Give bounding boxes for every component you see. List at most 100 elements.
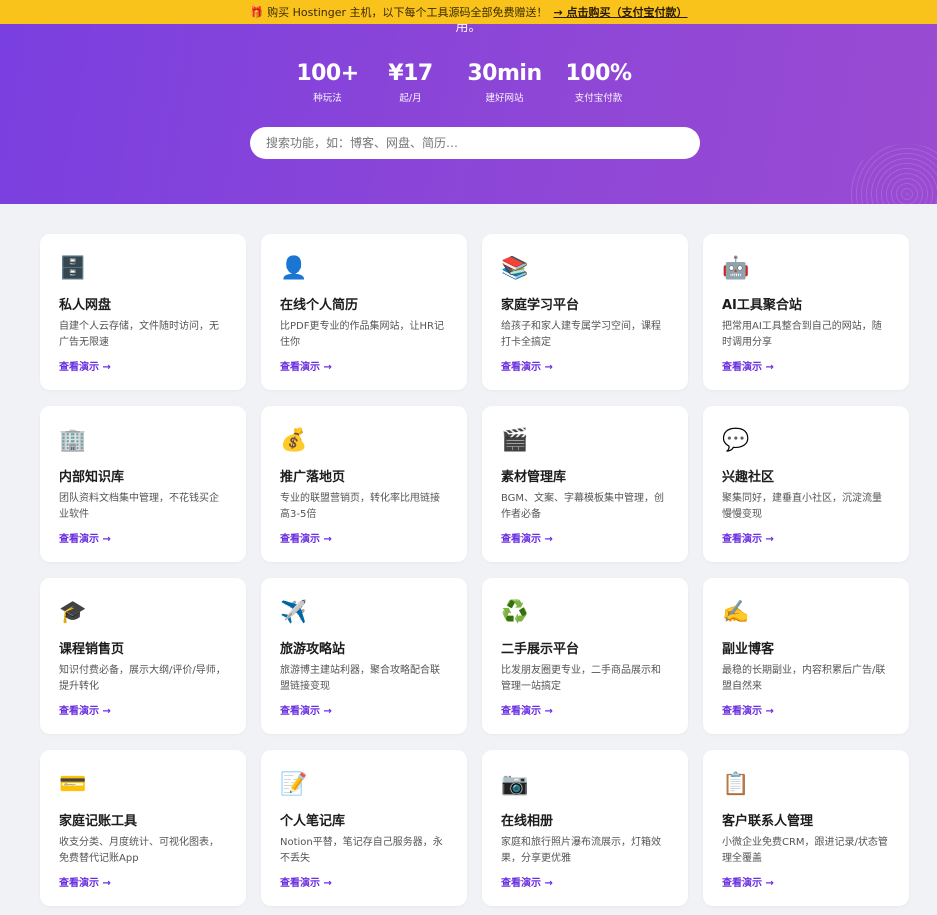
- card-description: 旅游博主建站利器，聚合攻略配合联盟链接变现: [280, 665, 440, 692]
- view-demo-link[interactable]: 查看演示 →: [280, 530, 332, 545]
- stat-value: 100+: [296, 61, 359, 86]
- card-title: 旅游攻略站: [280, 642, 346, 657]
- card-description: 把常用AI工具整合到自己的网站，随时调用分享: [722, 321, 882, 348]
- stat-item: 100% 支付宝付款: [552, 60, 646, 104]
- tool-card[interactable]: 🤖 AI工具聚合站 把常用AI工具整合到自己的网站，随时调用分享 查看演示 →: [703, 234, 909, 390]
- card-description: 小微企业免费CRM，跟进记录/状态管理全覆盖: [722, 837, 888, 864]
- card-title: 客户联系人管理: [722, 814, 814, 829]
- card-description: 给孩子和家人建专属学习空间，课程打卡全搞定: [501, 321, 661, 348]
- card-title: 家庭学习平台: [501, 298, 580, 313]
- recycle-icon: ♻️: [501, 600, 529, 625]
- tool-card[interactable]: 🏢 内部知识库团队资料文档集中管理，不花钱买企业软件查看演示 →: [40, 406, 246, 562]
- tool-card[interactable]: 🎬 素材管理库 BGM、文案、字幕模板集中管理，创作者必备 查看演示 →: [482, 406, 688, 562]
- tool-card[interactable]: ♻️ 二手展示平台比发朋友圈更专业，二手商品展示和管理一站搞定查看演示 →: [482, 578, 688, 734]
- money-bag-icon: 💰: [280, 428, 308, 453]
- view-demo-link[interactable]: 查看演示 →: [59, 530, 111, 545]
- robot-icon: 🤖: [722, 256, 750, 281]
- view-demo-link[interactable]: 查看演示 →: [722, 530, 774, 545]
- decorative-pattern: [847, 144, 937, 204]
- card-title: 家庭记账工具: [59, 814, 138, 829]
- card-description: 家庭和旅行照片瀑布流展示，灯箱效果，分享更优雅: [501, 837, 661, 864]
- tool-card[interactable]: ✍️ 副业博客最稳的长期副业，内容积累后广告/联盟自然来查看演示 →: [703, 578, 909, 734]
- card-description: 比发朋友圈更专业，二手商品展示和管理一站搞定: [501, 665, 661, 692]
- tool-card[interactable]: 💳 家庭记账工具收支分类、月度统计、可视化图表，免费替代记账App 查看演示 →: [40, 750, 246, 906]
- view-demo-link[interactable]: 查看演示 →: [501, 702, 553, 717]
- card-title: 个人笔记库: [280, 814, 346, 829]
- tool-card-grid: 🗄️ 私人网盘自建个人云存储，文件随时访问，无广告无限速查看演示 → 👤 在线个人简历…: [40, 234, 910, 906]
- view-demo-link[interactable]: 查看演示 →: [59, 702, 111, 717]
- office-building-icon: 🏢: [59, 428, 87, 453]
- card-description: 聚集同好，建垂直小社区，沉淀流量慢慢变现: [722, 493, 882, 520]
- tool-card[interactable]: 📝 个人笔记库 Notion平替，笔记存自己服务器，永不丢失查看演示 →: [261, 750, 467, 906]
- card-title: 副业博客: [722, 642, 775, 657]
- card-description: 收支分类、月度统计、可视化图表，免费替代记账App: [59, 837, 219, 864]
- stat-item: ¥17 起/月: [364, 60, 458, 104]
- stat-label: 建好网站: [485, 93, 524, 104]
- view-demo-link[interactable]: 查看演示 →: [722, 358, 774, 373]
- tool-card[interactable]: 📷 在线相册家庭和旅行照片瀑布流展示，灯箱效果，分享更优雅查看演示 →: [482, 750, 688, 906]
- card-description: 比PDF更专业的作品集网站，让HR记住你: [280, 321, 444, 348]
- writing-hand-icon: ✍️: [722, 600, 750, 625]
- stat-label: 起/月: [399, 93, 422, 104]
- buy-link[interactable]: → 点击购买（支付宝付款）: [554, 4, 688, 20]
- memo-icon: 📝: [280, 772, 308, 797]
- stat-label: 支付宝付款: [574, 93, 623, 104]
- speech-bubble-icon: 💬: [722, 428, 750, 453]
- card-title: 兴趣社区: [722, 470, 775, 485]
- airplane-icon: ✈️: [280, 600, 308, 625]
- view-demo-link[interactable]: 查看演示 →: [59, 874, 111, 889]
- tool-card[interactable]: 🗄️ 私人网盘自建个人云存储，文件随时访问，无广告无限速查看演示 →: [40, 234, 246, 390]
- tool-card[interactable]: 💰 推广落地页专业的联盟营销页，转化率比甩链接高3-5倍查看演示 →: [261, 406, 467, 562]
- stats-row: 100+ 种玩法 ¥17 起/月 30min 建好网站 100% 支付宝付款: [0, 60, 937, 104]
- credit-card-icon: 💳: [59, 772, 87, 797]
- gift-icon: 🎁: [249, 5, 264, 19]
- search-input[interactable]: [250, 127, 700, 159]
- file-cabinet-icon: 🗄️: [59, 256, 87, 281]
- tool-card[interactable]: 🎓 课程销售页知识付费必备，展示大纲/评价/导师，提升转化查看演示 →: [40, 578, 246, 734]
- view-demo-link[interactable]: 查看演示 →: [280, 702, 332, 717]
- card-description: BGM、文案、字幕模板集中管理，创作者必备: [501, 493, 665, 520]
- clipboard-icon: 📋: [722, 772, 750, 797]
- card-description: 知识付费必备，展示大纲/评价/导师，提升转化: [59, 665, 226, 692]
- card-title: 私人网盘: [59, 298, 112, 313]
- camera-icon: 📷: [501, 772, 529, 797]
- hero-banner: 用。 100+ 种玩法 ¥17 起/月 30min 建好网站 100% 支付宝付…: [0, 24, 937, 204]
- stat-item: 30min 建好网站: [458, 60, 552, 104]
- view-demo-link[interactable]: 查看演示 →: [280, 874, 332, 889]
- promo-text: 购买 Hostinger 主机，以下每个工具源码全部免费赠送！: [267, 6, 548, 19]
- card-title: 在线个人简历: [280, 298, 359, 313]
- promo-bar: 🎁 购买 Hostinger 主机，以下每个工具源码全部免费赠送！ → 点击购买…: [0, 0, 937, 24]
- card-description: 团队资料文档集中管理，不花钱买企业软件: [59, 493, 219, 520]
- books-icon: 📚: [501, 256, 529, 281]
- view-demo-link[interactable]: 查看演示 →: [501, 358, 553, 373]
- view-demo-link[interactable]: 查看演示 →: [280, 358, 332, 373]
- tool-card[interactable]: 💬 兴趣社区聚集同好，建垂直小社区，沉淀流量慢慢变现查看演示 →: [703, 406, 909, 562]
- view-demo-link[interactable]: 查看演示 →: [722, 874, 774, 889]
- person-silhouette-icon: 👤: [280, 256, 308, 281]
- card-title: 二手展示平台: [501, 642, 580, 657]
- view-demo-link[interactable]: 查看演示 →: [501, 874, 553, 889]
- tool-card[interactable]: 📋 客户联系人管理小微企业免费CRM，跟进记录/状态管理全覆盖查看演示 →: [703, 750, 909, 906]
- card-title: 课程销售页: [59, 642, 125, 657]
- card-description: 专业的联盟营销页，转化率比甩链接高3-5倍: [280, 493, 440, 520]
- tool-card[interactable]: ✈️ 旅游攻略站旅游博主建站利器，聚合攻略配合联盟链接变现查看演示 →: [261, 578, 467, 734]
- card-title: 推广落地页: [280, 470, 346, 485]
- view-demo-link[interactable]: 查看演示 →: [59, 358, 111, 373]
- card-description: Notion平替，笔记存自己服务器，永不丢失: [280, 837, 443, 864]
- card-description: 自建个人云存储，文件随时访问，无广告无限速: [59, 321, 219, 348]
- tool-card[interactable]: 📚 家庭学习平台给孩子和家人建专属学习空间，课程打卡全搞定查看演示 →: [482, 234, 688, 390]
- stat-value: 100%: [565, 61, 632, 86]
- graduation-cap-icon: 🎓: [59, 600, 87, 625]
- tool-card[interactable]: 👤 在线个人简历比PDF更专业的作品集网站，让HR记住你查看演示 →: [261, 234, 467, 390]
- stat-value: ¥17: [388, 61, 433, 86]
- card-description: 最稳的长期副业，内容积累后广告/联盟自然来: [722, 665, 886, 692]
- view-demo-link[interactable]: 查看演示 →: [722, 702, 774, 717]
- card-title: 素材管理库: [501, 470, 567, 485]
- stat-label: 种玩法: [313, 93, 342, 104]
- hero-subtitle: 用。: [455, 24, 482, 35]
- card-title: 内部知识库: [59, 470, 125, 485]
- stat-item: 100+ 种玩法: [292, 60, 364, 104]
- stat-value: 30min: [467, 61, 542, 86]
- card-title: 在线相册: [501, 814, 554, 829]
- view-demo-link[interactable]: 查看演示 →: [501, 530, 553, 545]
